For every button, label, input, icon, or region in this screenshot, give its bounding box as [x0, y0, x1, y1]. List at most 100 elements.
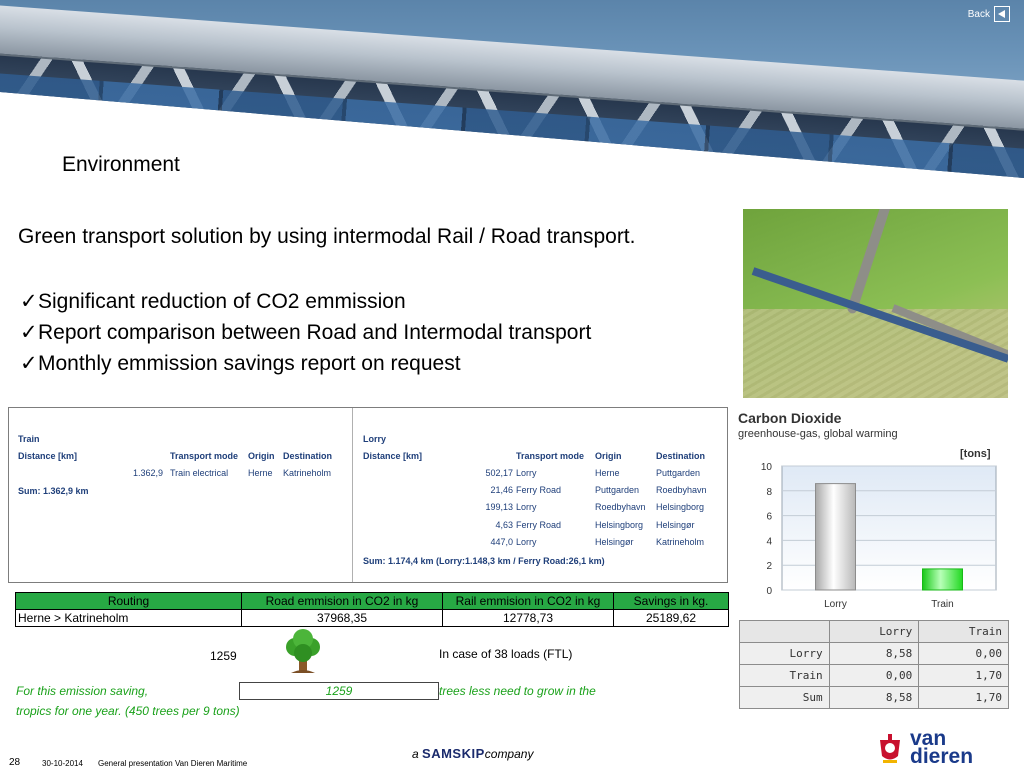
x-tick-label: Train — [931, 599, 953, 610]
checkmark-icon: ✓ — [20, 290, 38, 313]
table-cell: Sum — [739, 686, 830, 709]
bullet-item: ✓Significant reduction of CO2 emmission — [20, 286, 591, 317]
table-row: Lorry 8,58 0,00 — [739, 642, 1009, 665]
co2-bar-chart: 0 2 4 6 8 10 Lorry Train — [761, 462, 997, 610]
back-arrow-icon[interactable] — [994, 6, 1010, 22]
saving-text-intro: For this emission saving, — [16, 684, 149, 698]
samskip-logo: SAMSKIP — [422, 746, 485, 761]
lorry-header-distance: Distance [km] — [363, 451, 423, 461]
y-tick-label: 4 — [766, 536, 772, 547]
table-cell: 37968,35 — [241, 609, 443, 627]
lorry-origin: Herne — [595, 468, 620, 478]
lorry-sum: Sum: 1.174,4 km (Lorry:1.148,3 km / Ferr… — [363, 556, 605, 566]
footer-presentation-title: General presentation Van Dieren Maritime — [98, 759, 248, 768]
column-header: Rail emmision in CO2 in kg — [442, 592, 614, 610]
saving-value-box: 1259 — [239, 682, 439, 700]
table-cell: 8,58 — [828, 642, 920, 665]
lorry-distance: 447,0 — [490, 537, 513, 547]
lorry-destination: Helsingborg — [656, 502, 705, 512]
van-dieren-logo: van dieren — [910, 727, 974, 768]
samskip-tagline: a SAMSKIPcompany — [412, 746, 534, 761]
lorry-destination: Roedbyhavn — [656, 485, 707, 495]
table-cell: 0,00 — [828, 664, 920, 687]
train-header-distance: Distance [km] — [18, 451, 78, 461]
table-cell: Train — [918, 620, 1009, 643]
train-header-origin: Origin — [248, 451, 275, 461]
saving-text-end: tropics for one year. (450 trees per 9 t… — [16, 704, 240, 718]
table-cell: Lorry — [739, 642, 830, 665]
lorry-mode: Lorry — [516, 468, 537, 478]
lorry-title: Lorry — [363, 434, 387, 444]
crest-logo-icon — [880, 734, 900, 763]
column-header: Routing — [15, 592, 242, 610]
back-link[interactable]: Back — [968, 9, 990, 20]
table-row: Herne > Katrineholm 37968,35 12778,73 25… — [15, 609, 729, 627]
field-rows — [743, 309, 1008, 398]
headline: Green transport solution by using interm… — [18, 225, 636, 248]
train-mode: Train electrical — [170, 468, 229, 478]
lorry-origin: Helsingborg — [595, 520, 644, 530]
table-cell — [739, 620, 830, 643]
lorry-distance: 21,46 — [490, 485, 513, 495]
table-cell: 12778,73 — [442, 609, 614, 627]
lorry-mode: Lorry — [516, 502, 537, 512]
tree-count: 1259 — [210, 649, 237, 663]
table-cell: Herne > Katrineholm — [15, 609, 242, 627]
footer-date: 30-10-2014 — [42, 759, 83, 768]
co2-chart-title: Carbon Dioxide — [738, 410, 842, 426]
train-destination: Katrineholm — [283, 468, 332, 478]
bullet-item: ✓Report comparison between Road and Inte… — [20, 317, 591, 348]
lorry-origin: Roedbyhavn — [595, 502, 646, 512]
lorry-header-origin: Origin — [595, 451, 622, 461]
lorry-destination: Katrineholm — [656, 537, 705, 547]
lorry-mode: Ferry Road — [516, 520, 562, 530]
lorry-origin: Helsingør — [595, 537, 634, 547]
panel-divider — [352, 408, 353, 582]
lorry-mode: Ferry Road — [516, 485, 562, 495]
lorry-distance: 199,13 — [485, 502, 513, 512]
bridge-banner-image — [0, 0, 1024, 178]
table-cell: Train — [739, 664, 830, 687]
train-header-mode: Transport mode — [170, 451, 239, 461]
lorry-destination: Helsingør — [656, 520, 695, 530]
saving-text-continuation: trees less need to grow in the — [439, 684, 596, 698]
routing-table-header: Routing Road emmision in CO2 in kg Rail … — [15, 592, 729, 610]
table-cell: Lorry — [828, 620, 920, 643]
column-header: Road emmision in CO2 in kg — [241, 592, 443, 610]
table-row: Sum 8,58 1,70 — [739, 686, 1009, 709]
checkmark-icon: ✓ — [20, 321, 38, 344]
y-tick-label: 0 — [766, 586, 772, 597]
page-number: 28 — [9, 757, 21, 768]
lorry-header-destination: Destination — [656, 451, 706, 461]
y-tick-label: 6 — [766, 512, 772, 523]
table-cell: 25189,62 — [613, 609, 729, 627]
train-sum: Sum: 1.362,9 km — [18, 486, 89, 496]
train-distance: 1.362,9 — [133, 468, 164, 478]
checkmark-icon: ✓ — [20, 352, 38, 375]
lorry-origin: Puttgarden — [595, 485, 640, 495]
train-header-destination: Destination — [283, 451, 333, 461]
column-header: Savings in kg. — [613, 592, 729, 610]
table-cell: 0,00 — [918, 642, 1009, 665]
co2-summary-table: Lorry Train Lorry 8,58 0,00 Train 0,00 1… — [739, 620, 1009, 709]
section-title: Environment — [62, 153, 180, 176]
x-tick-label: Lorry — [824, 599, 847, 610]
lorry-mode: Lorry — [516, 537, 537, 547]
co2-table-header: Lorry Train — [739, 620, 1009, 643]
bullet-item: ✓Monthly emmission savings report on req… — [20, 348, 591, 379]
loads-note: In case of 38 loads (FTL) — [439, 647, 573, 661]
field-train-photo — [743, 209, 1008, 398]
tree-icon — [286, 629, 320, 673]
y-tick-label: 2 — [766, 561, 772, 572]
y-tick-label: 8 — [766, 487, 772, 498]
plot-area — [781, 465, 997, 591]
y-tick-label: 10 — [761, 462, 773, 473]
table-cell: 1,70 — [918, 664, 1009, 687]
lorry-distance: 4,63 — [495, 520, 513, 530]
train-origin: Herne — [248, 468, 273, 478]
bar-train — [922, 568, 963, 591]
lorry-destination: Puttgarden — [656, 468, 701, 478]
bar-lorry — [815, 483, 856, 591]
table-row: Train 0,00 1,70 — [739, 664, 1009, 687]
train-title: Train — [18, 434, 40, 444]
